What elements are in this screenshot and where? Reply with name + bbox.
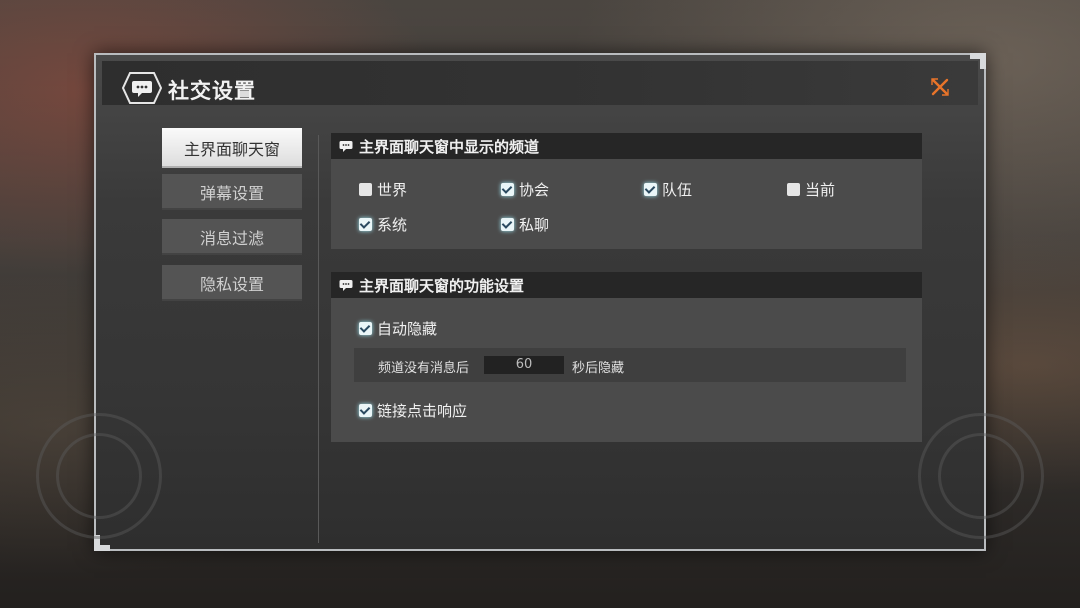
channels-section-header: 主界面聊天窗中显示的频道 bbox=[331, 133, 922, 159]
dialog-title: 社交设置 bbox=[168, 79, 256, 103]
checkbox-box[interactable] bbox=[501, 183, 514, 196]
hide-seconds-input[interactable] bbox=[484, 356, 564, 374]
checkbox-label: 世界 bbox=[377, 181, 408, 199]
sidebar-item-label: 消息过滤 bbox=[199, 229, 264, 248]
chat-bubble-icon bbox=[339, 279, 353, 291]
checkbox-box[interactable] bbox=[787, 183, 800, 196]
checkbox-channel-current[interactable]: 当前 bbox=[787, 179, 835, 200]
checkbox-label: 自动隐藏 bbox=[377, 320, 438, 338]
section-title: 主界面聊天窗的功能设置 bbox=[359, 276, 525, 295]
checkbox-box[interactable] bbox=[359, 183, 372, 196]
close-icon[interactable] bbox=[930, 77, 950, 97]
hide-delay-prefix: 频道没有消息后 bbox=[378, 361, 470, 376]
chat-bubble-icon bbox=[339, 140, 353, 152]
sidebar-item-main-chat-window[interactable]: 主界面聊天窗 bbox=[162, 128, 302, 168]
section-title: 主界面聊天窗中显示的频道 bbox=[359, 137, 540, 156]
sidebar-divider bbox=[318, 135, 319, 543]
checkbox-box[interactable] bbox=[359, 404, 372, 417]
dialog-header: 社交设置 bbox=[102, 61, 978, 105]
checkbox-channel-system[interactable]: 系统 bbox=[359, 214, 407, 235]
functions-section-header: 主界面聊天窗的功能设置 bbox=[331, 272, 922, 298]
checkbox-channel-team[interactable]: 队伍 bbox=[644, 179, 692, 200]
checkbox-label: 队伍 bbox=[662, 181, 693, 199]
checkbox-channel-world[interactable]: 世界 bbox=[359, 179, 407, 200]
corner-ornament-left-inner bbox=[56, 433, 142, 519]
checkbox-label: 当前 bbox=[805, 181, 836, 199]
checkbox-link-click-response[interactable]: 链接点击响应 bbox=[359, 400, 467, 421]
corner-ornament-right-inner bbox=[938, 433, 1024, 519]
auto-hide-delay-row: 频道没有消息后 秒后隐藏 bbox=[354, 348, 906, 382]
channels-section-body bbox=[331, 159, 922, 249]
sidebar-item-message-filter[interactable]: 消息过滤 bbox=[162, 219, 302, 255]
sidebar-item-label: 隐私设置 bbox=[199, 275, 264, 294]
checkbox-label: 私聊 bbox=[519, 216, 550, 234]
checkbox-box[interactable] bbox=[644, 183, 657, 196]
hide-delay-suffix: 秒后隐藏 bbox=[572, 361, 625, 376]
checkbox-box[interactable] bbox=[359, 218, 372, 231]
social-settings-dialog: 社交设置 主界面聊天窗 弹幕设置 消息过滤 隐私设置 主界面聊天窗中显示的频道 … bbox=[36, 53, 1044, 551]
checkbox-box[interactable] bbox=[359, 322, 372, 335]
checkbox-channel-guild[interactable]: 协会 bbox=[501, 179, 549, 200]
checkbox-auto-hide[interactable]: 自动隐藏 bbox=[359, 318, 437, 339]
checkbox-label: 协会 bbox=[519, 181, 550, 199]
checkbox-label: 系统 bbox=[377, 216, 408, 234]
sidebar-item-label: 主界面聊天窗 bbox=[183, 140, 280, 159]
checkbox-box[interactable] bbox=[501, 218, 514, 231]
sidebar-item-label: 弹幕设置 bbox=[199, 184, 264, 203]
checkbox-label: 链接点击响应 bbox=[377, 402, 468, 420]
sidebar-item-privacy-settings[interactable]: 隐私设置 bbox=[162, 265, 302, 301]
chat-bubble-icon bbox=[122, 72, 162, 104]
checkbox-channel-private[interactable]: 私聊 bbox=[501, 214, 549, 235]
sidebar-item-danmaku-settings[interactable]: 弹幕设置 bbox=[162, 174, 302, 210]
